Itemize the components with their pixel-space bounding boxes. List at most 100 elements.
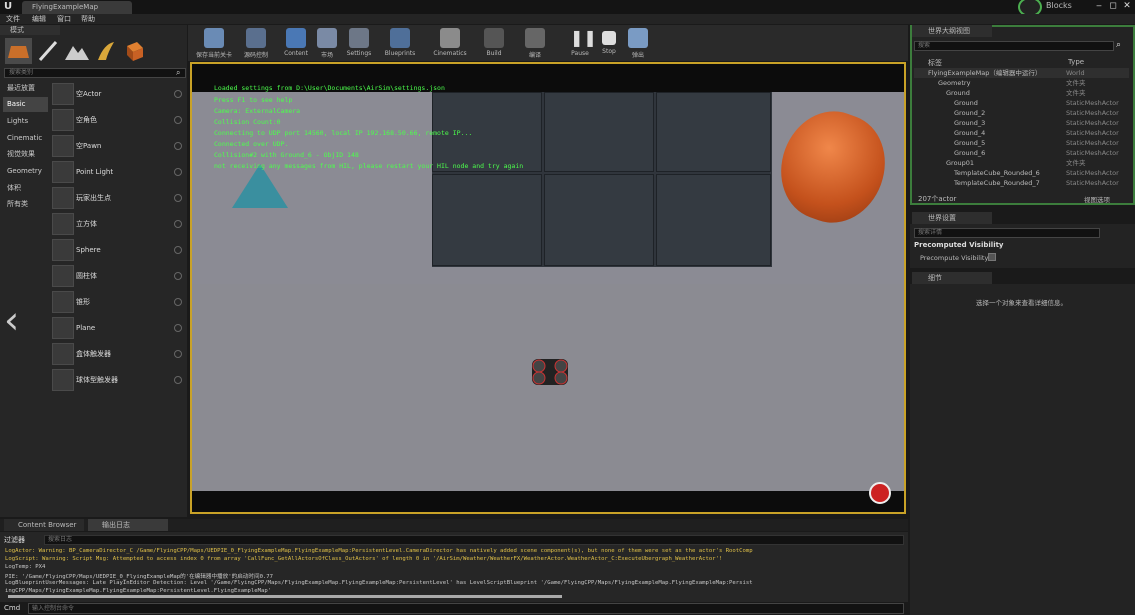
info-icon[interactable]: [174, 350, 182, 358]
actor-player-start[interactable]: 玩家出生点: [50, 186, 186, 210]
tab-world-outliner[interactable]: 世界大纲视图: [912, 25, 992, 37]
source-control-button[interactable]: 源码控制: [238, 25, 274, 61]
category-all-classes[interactable]: 所有类: [3, 197, 48, 212]
outliner-row[interactable]: TemplateCube_Rounded_6 StaticMeshActor: [914, 168, 1129, 178]
maximize-button[interactable]: ◻: [1107, 1, 1119, 12]
world-settings-search-input[interactable]: 搜索详情: [914, 228, 1100, 238]
toolbar-label: Content: [284, 50, 308, 57]
outliner-row[interactable]: Ground_2 StaticMeshActor: [914, 108, 1129, 118]
viewport-message: Connected over UDP.: [214, 140, 289, 148]
menu-window[interactable]: 窗口: [57, 14, 71, 24]
actor-cylinder[interactable]: 圆柱体: [50, 264, 186, 288]
build-button[interactable]: Build: [479, 25, 509, 61]
foliage-mode-icon[interactable]: [92, 38, 119, 64]
cmd-dropdown[interactable]: Cmd: [4, 604, 20, 612]
actor-label: Plane: [76, 324, 96, 332]
record-icon[interactable]: [869, 482, 891, 504]
eject-button[interactable]: 弹出: [624, 25, 652, 61]
search-icon[interactable]: ⌕: [1116, 40, 1121, 50]
category-cinematic[interactable]: Cinematic: [3, 131, 48, 146]
actor-cube[interactable]: 立方体: [50, 212, 186, 236]
menu-file[interactable]: 文件: [6, 14, 20, 24]
level-viewport[interactable]: Loaded settings from D:\User\Documents\A…: [190, 62, 906, 514]
outliner-row[interactable]: Ground_4 StaticMeshActor: [914, 128, 1129, 138]
console-command-input[interactable]: 输入控制台命令: [28, 603, 904, 614]
close-button[interactable]: ✕: [1121, 1, 1133, 12]
info-icon[interactable]: [174, 376, 182, 384]
info-icon[interactable]: [174, 272, 182, 280]
actor-cone[interactable]: 锥形: [50, 290, 186, 314]
map-tab[interactable]: FlyingExampleMap: [22, 1, 132, 14]
blueprints-button[interactable]: Blueprints: [380, 25, 420, 61]
outliner-row[interactable]: Ground_5 StaticMeshActor: [914, 138, 1129, 148]
actor-empty-character[interactable]: 空角色: [50, 108, 186, 132]
tab-world-settings[interactable]: 世界设置: [912, 212, 992, 224]
paint-mode-icon[interactable]: [34, 38, 61, 64]
actor-sphere[interactable]: Sphere: [50, 238, 186, 262]
info-icon[interactable]: [174, 194, 182, 202]
outliner-col-label[interactable]: 标签: [928, 58, 942, 68]
actor-plane[interactable]: Plane: [50, 316, 186, 340]
cone-mesh: [232, 164, 288, 208]
info-icon[interactable]: [174, 142, 182, 150]
menu-help[interactable]: 帮助: [81, 14, 95, 24]
chevron-left-icon[interactable]: ‹: [4, 298, 19, 342]
compile-button[interactable]: 编译: [518, 25, 552, 61]
minimize-button[interactable]: ‒: [1093, 1, 1105, 12]
outliner-search-input[interactable]: 搜索: [914, 41, 1114, 51]
info-icon[interactable]: [174, 220, 182, 228]
menu-edit[interactable]: 编辑: [32, 14, 46, 24]
info-icon[interactable]: [174, 324, 182, 332]
filters-dropdown[interactable]: 过滤器: [4, 535, 25, 545]
info-icon[interactable]: [174, 168, 182, 176]
category-basic[interactable]: Basic: [3, 97, 48, 112]
actor-sphere-trigger[interactable]: 球体型触发器: [50, 368, 186, 392]
category-volumes[interactable]: 体积: [3, 181, 48, 196]
log-search-input[interactable]: 搜索日志: [44, 535, 904, 545]
landscape-mode-icon[interactable]: [63, 38, 90, 64]
pause-button[interactable]: ❚❚ Pause: [566, 25, 597, 61]
info-icon[interactable]: [174, 298, 182, 306]
info-icon[interactable]: [174, 246, 182, 254]
log-horizontal-scrollbar[interactable]: [8, 595, 562, 598]
outliner-row[interactable]: Ground_3 StaticMeshActor: [914, 118, 1129, 128]
marketplace-button[interactable]: 市场: [313, 25, 341, 61]
settings-button[interactable]: Settings: [343, 25, 375, 61]
section-precomputed-visibility[interactable]: Precomputed Visibility: [914, 241, 1004, 249]
category-recent[interactable]: 最近放置: [3, 81, 48, 96]
category-geometry[interactable]: Geometry: [3, 164, 48, 179]
save-current-level-button[interactable]: 保存当前关卡: [192, 25, 236, 61]
modes-search-input[interactable]: 搜索类别: [4, 68, 186, 78]
outliner-row[interactable]: Group01 文件夹: [914, 158, 1129, 168]
geometry-mode-icon[interactable]: [121, 38, 148, 64]
search-icon[interactable]: ⌕: [176, 68, 186, 78]
actor-point-light[interactable]: Point Light: [50, 160, 186, 184]
box-trigger-icon: [52, 343, 74, 365]
info-icon[interactable]: [174, 90, 182, 98]
content-button[interactable]: Content: [281, 25, 311, 61]
tab-output-log[interactable]: 输出日志: [88, 519, 168, 531]
outliner-col-type[interactable]: Type: [1068, 58, 1084, 66]
stop-button[interactable]: Stop: [596, 25, 622, 61]
tab-content-browser[interactable]: Content Browser: [4, 519, 84, 531]
outliner-row[interactable]: Geometry 文件夹: [914, 78, 1129, 88]
place-mode-icon[interactable]: [5, 38, 32, 64]
tab-details[interactable]: 细节: [912, 272, 992, 284]
cinematics-button[interactable]: Cinematics: [428, 25, 472, 61]
actor-label: 圆柱体: [76, 272, 97, 280]
actor-box-trigger[interactable]: 盒体触发器: [50, 342, 186, 366]
outliner-row[interactable]: TemplateCube_Rounded_7 StaticMeshActor: [914, 178, 1129, 188]
info-icon[interactable]: [174, 116, 182, 124]
category-lights[interactable]: Lights: [3, 114, 48, 129]
precompute-visibility-checkbox[interactable]: [988, 253, 996, 261]
outliner-row-type: StaticMeshActor: [1066, 119, 1119, 127]
modes-tab[interactable]: 模式: [0, 25, 60, 35]
outliner-row[interactable]: Ground 文件夹: [914, 88, 1129, 98]
category-visual-effects[interactable]: 视觉效果: [3, 147, 48, 162]
outliner-row[interactable]: Ground_6 StaticMeshActor: [914, 148, 1129, 158]
view-options-button[interactable]: 视图选项: [1084, 194, 1110, 204]
actor-empty-actor[interactable]: 空Actor: [50, 82, 186, 106]
outliner-row[interactable]: FlyingExampleMap（编辑器中运行） World: [914, 68, 1129, 78]
outliner-row[interactable]: Ground StaticMeshActor: [914, 98, 1129, 108]
actor-empty-pawn[interactable]: 空Pawn: [50, 134, 186, 158]
